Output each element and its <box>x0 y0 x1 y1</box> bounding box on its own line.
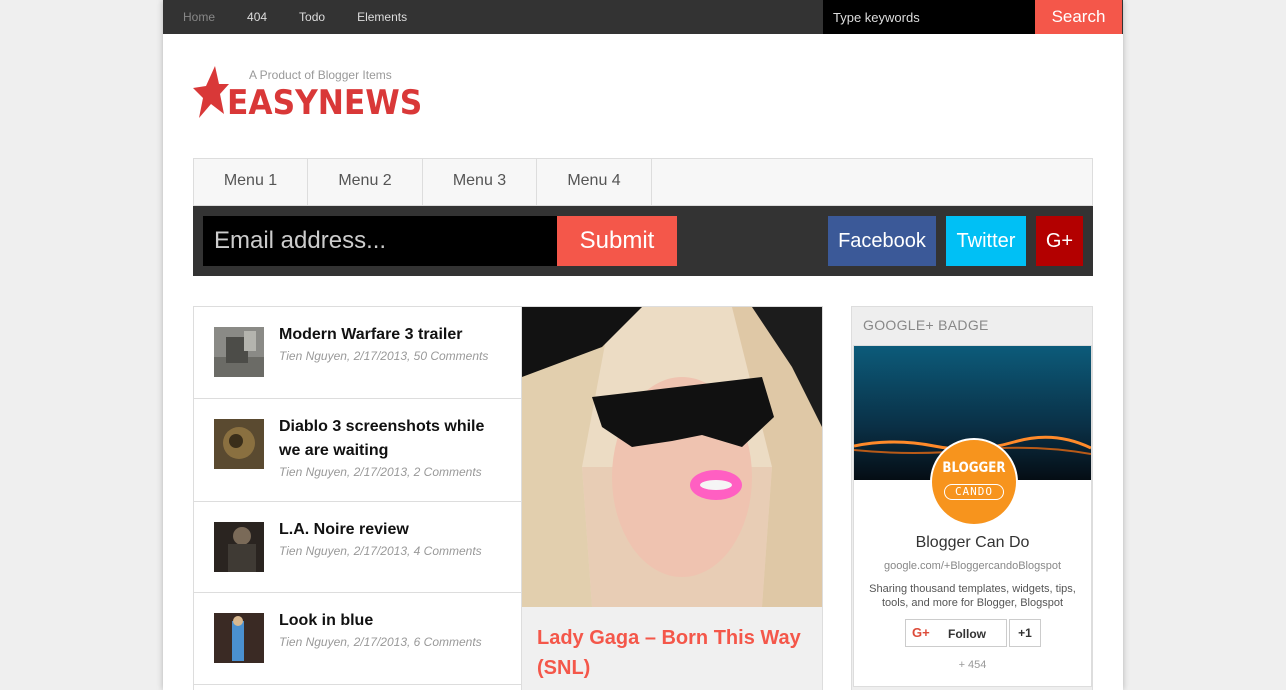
google-plus-badge: BLOGGER CANDO Blogger Can Do google.com/… <box>853 345 1092 687</box>
google-plus-icon: G+ <box>912 625 930 640</box>
menu-item-3[interactable]: Menu 3 <box>423 159 537 205</box>
page: Home 404 Todo Elements Search A Product … <box>163 0 1123 690</box>
subscribe-bar: Submit Facebook Twitter G+ <box>193 206 1093 276</box>
top-nav-elements[interactable]: Elements <box>341 0 423 34</box>
search-input[interactable] <box>823 0 1035 34</box>
badge-description: Sharing thousand templates, widgets, tip… <box>869 583 1076 609</box>
site-tagline: A Product of Blogger Items <box>249 68 392 82</box>
post-title[interactable]: Look in blue <box>279 609 504 633</box>
follow-label: Follow <box>948 627 986 641</box>
list-item: L.A. Noire review Tien Nguyen, 2/17/2013… <box>194 502 522 593</box>
featured-title[interactable]: Lady Gaga – Born This Way (SNL) <box>537 623 817 683</box>
post-meta: Tien Nguyen, 2/17/2013, 50 Comments <box>279 349 489 363</box>
avatar-text: BLOGGER <box>942 460 1006 476</box>
post-thumbnail[interactable] <box>214 419 264 469</box>
post-meta: Tien Nguyen, 2/17/2013, 2 Comments <box>279 465 482 479</box>
follow-button[interactable]: G+ Follow <box>905 619 1007 647</box>
list-item: Look in blue Tien Nguyen, 2/17/2013, 6 C… <box>194 593 522 685</box>
top-bar: Home 404 Todo Elements Search <box>163 0 1123 34</box>
menu-item-1[interactable]: Menu 1 <box>194 159 308 205</box>
top-nav-404[interactable]: 404 <box>231 0 283 34</box>
plus-one-button[interactable]: +1 <box>1009 619 1041 647</box>
post-thumbnail[interactable] <box>214 327 264 377</box>
post-meta: Tien Nguyen, 2/17/2013, 6 Comments <box>279 635 482 649</box>
menu-item-2[interactable]: Menu 2 <box>308 159 423 205</box>
avatar-subtext: CANDO <box>944 484 1004 500</box>
post-title[interactable]: Diablo 3 screenshots while we are waitin… <box>279 415 504 463</box>
post-meta: Tien Nguyen, 2/17/2013, 4 Comments <box>279 544 482 558</box>
post-list: Modern Warfare 3 trailer Tien Nguyen, 2/… <box>193 306 522 690</box>
top-nav-home[interactable]: Home <box>167 0 231 34</box>
site-logo[interactable]: A Product of Blogger Items EASYNEWS <box>193 62 433 124</box>
site-wordmark: EASYNEWS <box>227 83 423 123</box>
avatar[interactable]: BLOGGER CANDO <box>930 438 1018 526</box>
badge-url[interactable]: google.com/+BloggercandoBlogspot <box>854 560 1091 572</box>
post-title[interactable]: Modern Warfare 3 trailer <box>279 323 504 347</box>
badge-name[interactable]: Blogger Can Do <box>854 534 1091 552</box>
twitter-button[interactable]: Twitter <box>946 216 1026 266</box>
email-field[interactable] <box>203 216 557 266</box>
sidebar-widget: GOOGLE+ BADGE BLOGGER CANDO Blogger Can <box>851 306 1093 690</box>
follower-count: + 454 <box>958 659 987 671</box>
facebook-button[interactable]: Facebook <box>828 216 936 266</box>
menu-item-4[interactable]: Menu 4 <box>537 159 652 205</box>
top-nav: Home 404 Todo Elements <box>167 0 423 34</box>
widget-title: GOOGLE+ BADGE <box>863 317 989 333</box>
main-menu: Menu 1 Menu 2 Menu 3 Menu 4 <box>193 158 1093 206</box>
post-thumbnail[interactable] <box>214 613 264 663</box>
post-thumbnail[interactable] <box>214 522 264 572</box>
post-title[interactable]: L.A. Noire review <box>279 518 504 542</box>
list-item: Diablo 3 screenshots while we are waitin… <box>194 399 522 502</box>
submit-button[interactable]: Submit <box>557 216 677 266</box>
star-icon <box>193 66 229 118</box>
featured-image[interactable] <box>522 307 822 607</box>
list-item: Modern Warfare 3 trailer Tien Nguyen, 2/… <box>194 307 522 399</box>
google-plus-button[interactable]: G+ <box>1036 216 1083 266</box>
featured-post: Lady Gaga – Born This Way (SNL) <box>521 306 823 690</box>
top-nav-todo[interactable]: Todo <box>283 0 341 34</box>
search-button[interactable]: Search <box>1035 0 1122 34</box>
